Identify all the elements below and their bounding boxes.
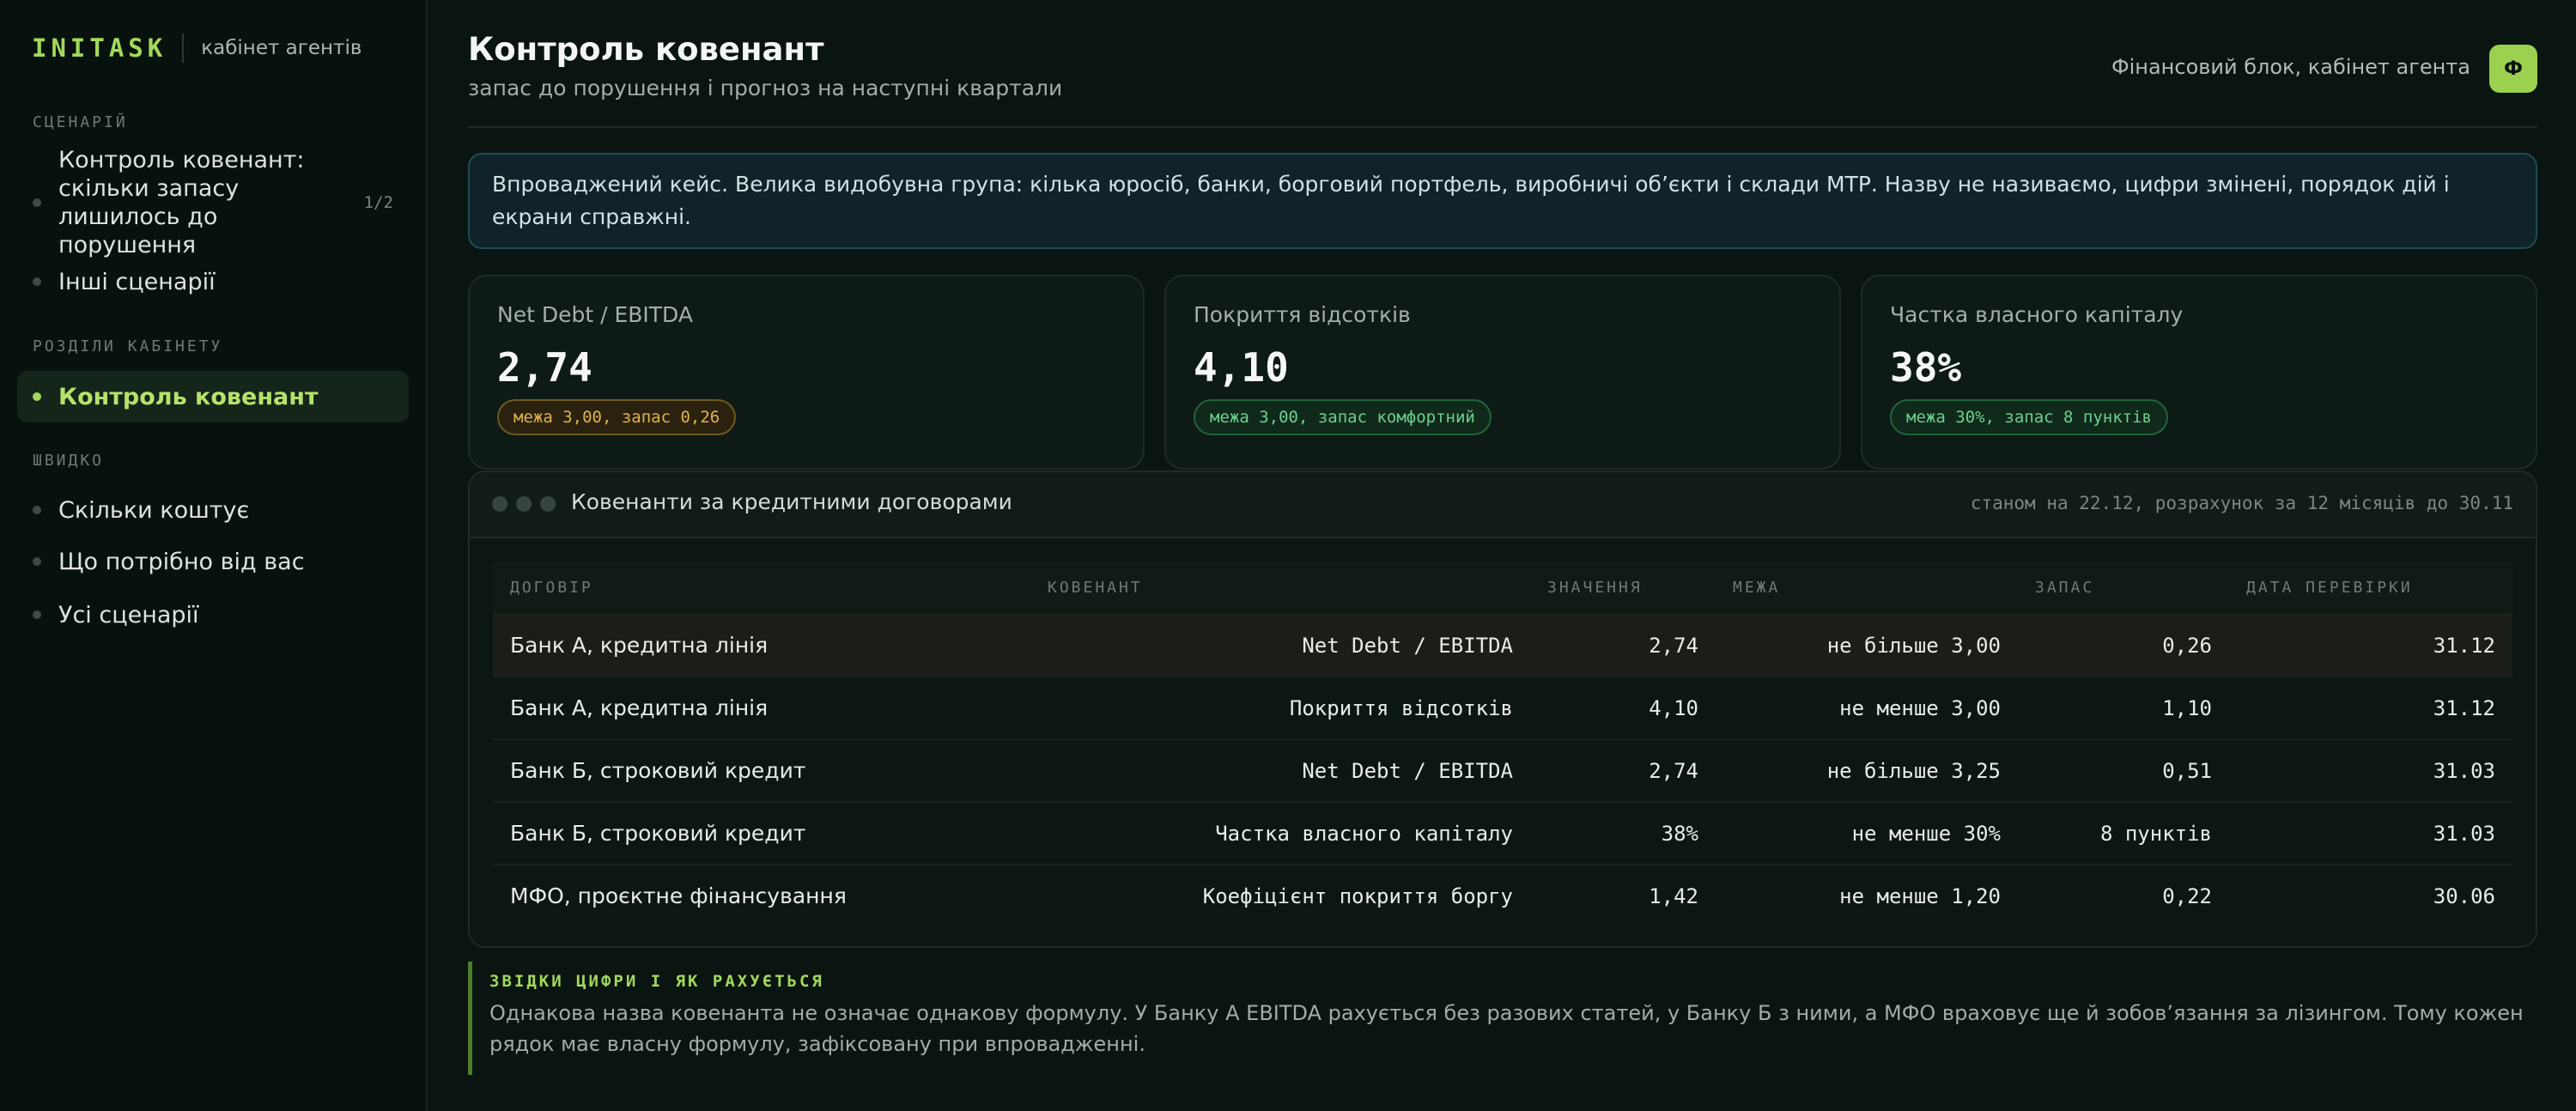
table-row[interactable]: Банк Б, строковий кредит Net Debt / EBIT… [493,738,2512,802]
bullet-icon [33,277,41,286]
sidebar-item-label: Усі сценарії [58,601,199,628]
kpi-label: Покриття відсотків [1194,302,1411,327]
covenants-table-window: Ковенанти за кредитними договорами стано… [468,471,2537,948]
column-header-headroom[interactable]: ЗАПАС [2018,562,2229,614]
column-header-test-date[interactable]: ДАТА ПЕРЕВІРКИ [2229,562,2512,614]
brand-logo: INITASK [32,33,167,63]
column-header-value[interactable]: ЗНАЧЕННЯ [1530,562,1716,614]
kpi-status-badge: межа 3,00, запас комфортний [1194,399,1492,435]
kpi-label: Net Debt / EBITDA [497,302,693,327]
brand-divider [182,33,185,63]
cell-headroom: 8 пунктів [2018,801,2229,865]
cell-contract: Банк А, кредитна лінія [493,613,1030,677]
bullet-icon [33,557,41,566]
cell-limit: не менше 30% [1716,801,2018,865]
cell-test-date: 30.06 [2229,864,2512,926]
cell-value: 38% [1530,801,1716,865]
kpi-value: 4,10 [1194,344,1289,391]
sidebar-item-other-scenarios[interactable]: Інші сценарії [17,263,409,301]
cell-limit: не більше 3,25 [1716,738,2018,802]
sidebar-item-label: Що потрібно від вас [58,548,305,575]
cell-value: 4,10 [1530,676,1716,739]
bullet-icon [33,198,41,207]
cell-headroom: 0,26 [2018,613,2229,677]
kpi-value: 38% [1890,344,1962,391]
sidebar-item-requirements[interactable]: Що потрібно від вас [17,543,409,580]
cell-covenant: Net Debt / EBITDA [1030,613,1530,677]
cell-covenant: Покриття відсотків [1030,676,1530,739]
sidebar-item-covenant-control[interactable]: Контроль ковенант [17,371,409,422]
note-text: Однакова назва ковенанта не означає одна… [489,1001,2524,1056]
sidebar-item-label: Контроль ковенант [58,383,319,410]
cell-limit: не більше 3,00 [1716,613,2018,677]
cell-headroom: 0,22 [2018,864,2229,926]
table-row[interactable]: Банк Б, строковий кредит Частка власного… [493,801,2512,865]
cell-covenant: Net Debt / EBITDA [1030,738,1530,802]
cell-value: 1,42 [1530,864,1716,926]
table-row[interactable]: МФО, проєктне фінансування Коефіцієнт по… [493,864,2512,926]
cell-value: 2,74 [1530,613,1716,677]
bullet-icon [33,392,41,401]
cell-test-date: 31.03 [2229,801,2512,865]
table-header-row: ДОГОВІР КОВЕНАНТ ЗНАЧЕННЯ МЕЖА ЗАПАС ДАТ… [493,562,2512,614]
sidebar: INITASK кабінет агентів СЦЕНАРІЙ Контрол… [0,0,428,1111]
cell-test-date: 31.12 [2229,613,2512,677]
kpi-status-badge: межа 30%, запас 8 пунктів [1890,399,2168,435]
cell-limit: не менше 3,00 [1716,676,2018,739]
kpi-card-net-debt: Net Debt / EBITDA 2,74 межа 3,00, запас … [468,275,1145,470]
brand[interactable]: INITASK кабінет агентів [32,31,361,65]
section-label-scenario: СЦЕНАРІЙ [33,113,128,131]
sidebar-item-label: Контроль ковенант: скільки запасу лишило… [58,147,305,258]
cell-contract: Банк Б, строковий кредит [493,801,1030,865]
cell-contract: МФО, проєктне фінансування [493,864,1030,926]
note-title: ЗВІДКИ ЦИФРИ І ЯК РАХУЄТЬСЯ [489,972,824,991]
cell-covenant: Коефіцієнт покриття боргу [1030,864,1530,926]
window-dot-icon [516,496,532,512]
sidebar-item-label: Скільки коштує [58,496,250,524]
cell-limit: не менше 1,20 [1716,864,2018,926]
cell-headroom: 1,10 [2018,676,2229,739]
window-dot-icon [492,496,507,512]
section-label-quick: ШВИДКО [33,452,105,470]
table-row[interactable]: Банк А, кредитна лінія Покриття відсоткі… [493,676,2512,739]
kpi-card-interest-coverage: Покриття відсотків 4,10 межа 3,00, запас… [1164,275,1841,470]
table-title: Ковенанти за кредитними договорами [571,489,1012,514]
window-titlebar: Ковенанти за кредитними договорами стано… [470,472,2536,538]
brand-subtitle: кабінет агентів [201,37,362,59]
table-row[interactable]: Банк А, кредитна лінія Net Debt / EBITDA… [493,613,2512,677]
cell-contract: Банк А, кредитна лінія [493,676,1030,739]
user-label: Фінансовий блок, кабінет агента [2111,55,2470,79]
sidebar-item-pricing[interactable]: Скільки коштує [17,491,409,529]
kpi-value: 2,74 [497,344,592,391]
window-dot-icon [540,496,556,512]
page-title: Контроль ковенант [468,31,824,68]
column-header-contract[interactable]: ДОГОВІР [493,562,1030,614]
table-timestamp: станом на 22.12, розрахунок за 12 місяці… [1970,493,2513,513]
kpi-label: Частка власного капіталу [1890,302,2184,327]
case-notice: Впроваджений кейс. Велика видобувна груп… [468,153,2537,249]
page-subtitle: запас до порушення і прогноз на наступні… [468,76,1063,100]
cell-headroom: 0,51 [2018,738,2229,802]
kpi-status-badge: межа 3,00, запас 0,26 [497,399,737,435]
step-counter: 1/2 [363,192,393,212]
kpi-card-equity-share: Частка власного капіталу 38% межа 30%, з… [1861,275,2537,470]
covenants-table: ДОГОВІР КОВЕНАНТ ЗНАЧЕННЯ МЕЖА ЗАПАС ДАТ… [493,562,2512,926]
column-header-limit[interactable]: МЕЖА [1716,562,2018,614]
sidebar-item-covenant-scenario[interactable]: Контроль ковенант: скільки запасу лишило… [17,147,409,258]
cell-covenant: Частка власного капіталу [1030,801,1530,865]
methodology-note: ЗВІДКИ ЦИФРИ І ЯК РАХУЄТЬСЯ Однакова наз… [468,962,2537,1075]
header-divider [468,126,2537,128]
cell-test-date: 31.12 [2229,676,2512,739]
cell-contract: Банк Б, строковий кредит [493,738,1030,802]
sidebar-item-label: Інші сценарії [58,268,216,295]
cell-value: 2,74 [1530,738,1716,802]
bullet-icon [33,610,41,619]
avatar[interactable]: Ф [2489,45,2537,93]
section-label-cabinet: РОЗДІЛИ КАБІНЕТУ [33,337,223,355]
column-header-covenant[interactable]: КОВЕНАНТ [1030,562,1530,614]
sidebar-item-all-scenarios[interactable]: Усі сценарії [17,596,409,634]
bullet-icon [33,506,41,514]
cell-test-date: 31.03 [2229,738,2512,802]
